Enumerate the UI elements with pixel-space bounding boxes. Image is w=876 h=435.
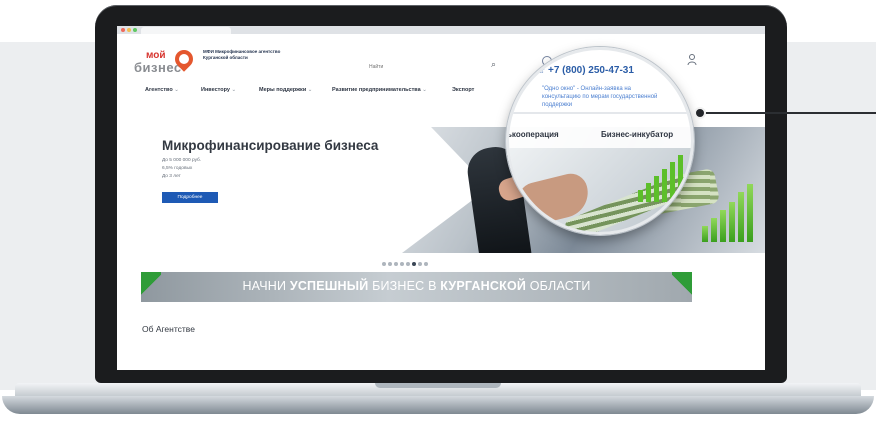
- logo-word-business: бизнес: [134, 60, 182, 75]
- promo-banner[interactable]: НАЧНИ УСПЕШНЫЙ БИЗНЕС В КУРГАНСКОЙ ОБЛАС…: [141, 272, 692, 302]
- consultation-link[interactable]: "Одно окно" - Онлайн-заявка на консульта…: [542, 85, 667, 109]
- nav-item-investor[interactable]: Инвестору ⌄: [201, 87, 236, 93]
- site-logo[interactable]: мой бизнес: [134, 51, 181, 75]
- carousel-dot[interactable]: [424, 262, 428, 266]
- nav-item-support[interactable]: Меры поддержки ⌄: [259, 87, 312, 93]
- carousel-pagination: [382, 253, 430, 266]
- minimize-window-icon[interactable]: [127, 28, 131, 32]
- more-details-button[interactable]: Подробнее: [162, 192, 218, 203]
- magnified-hero-photo: [509, 148, 691, 232]
- chevron-down-icon: ⌄: [307, 87, 313, 93]
- magnified-divider: [509, 112, 691, 114]
- nav-item-agri-cooperation[interactable]: ькооперация: [509, 130, 559, 139]
- nav-item-business-incubator[interactable]: Бизнес-инкубатор: [601, 130, 673, 139]
- carousel-dot[interactable]: [394, 262, 398, 266]
- carousel-dot[interactable]: [382, 262, 386, 266]
- carousel-dot[interactable]: [418, 262, 422, 266]
- chevron-down-icon: ⌄: [231, 87, 237, 93]
- carousel-dot[interactable]: [406, 262, 410, 266]
- hero-title: Микрофинансирование бизнеса: [162, 138, 379, 153]
- site-header: мой бизнес МФИ Микрофинансовое агентство…: [117, 34, 765, 80]
- close-window-icon[interactable]: [121, 28, 125, 32]
- carousel-dot[interactable]: [400, 262, 404, 266]
- nav-item-export[interactable]: Экспорт: [452, 87, 474, 93]
- phone-number[interactable]: +7 (800) 250-47-31: [548, 65, 634, 76]
- laptop-base: [2, 383, 874, 414]
- phone-icon: ☏: [535, 66, 546, 75]
- nav-item-agency[interactable]: Агентство ⌄: [145, 87, 179, 93]
- chevron-down-icon: ⌄: [174, 87, 179, 93]
- chevron-down-icon: ⌄: [422, 87, 427, 93]
- hero-term-line: До 3 лет: [162, 174, 181, 179]
- search-input[interactable]: [367, 60, 466, 74]
- laptop-mockup: мой бизнес МФИ Микрофинансовое агентство…: [0, 0, 876, 435]
- hero-rate-line: 6,5% годовых: [162, 166, 193, 171]
- carousel-dot[interactable]: [388, 262, 392, 266]
- promo-banner-text: НАЧНИ УСПЕШНЫЙ БИЗНЕС В КУРГАНСКОЙ ОБЛАС…: [242, 279, 591, 293]
- nav-item-development[interactable]: Развитие предпринимательства ⌄: [332, 87, 427, 93]
- about-agency-heading: Об Агентстве: [142, 324, 195, 334]
- trackpad-notch: [375, 383, 501, 388]
- growth-chart-icon: [638, 155, 683, 202]
- callout-line: [699, 112, 876, 114]
- browser-tab[interactable]: [141, 27, 231, 34]
- search-icon[interactable]: ⌕: [491, 59, 496, 70]
- carousel-dot[interactable]: [412, 262, 416, 266]
- callout-dot: [694, 107, 706, 119]
- maximize-window-icon[interactable]: [133, 28, 137, 32]
- hero-amount-line: До 5 000 000 руб.: [162, 158, 202, 163]
- organization-name: МФИ Микрофинансовое агентство Курганской…: [203, 49, 281, 60]
- magnifier-lens: ☏ +7 (800) 250-47-31 "Одно окно" - Онлай…: [506, 47, 694, 235]
- user-icon[interactable]: [687, 54, 697, 66]
